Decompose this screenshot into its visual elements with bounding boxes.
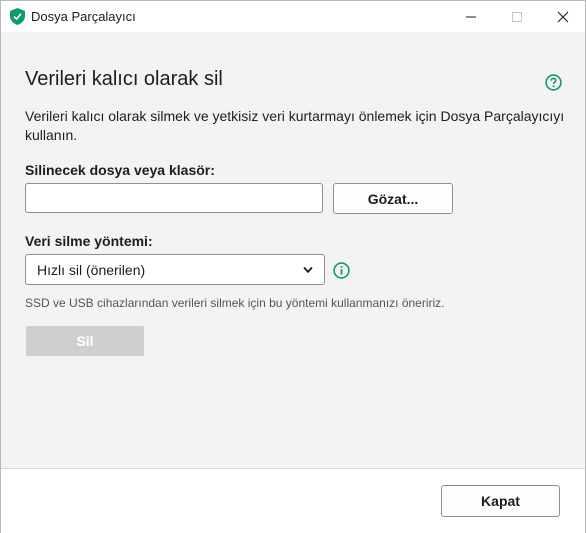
page-title: Verileri kalıcı olarak sil xyxy=(25,68,223,90)
minimize-icon xyxy=(466,16,476,17)
file-shredder-window: Dosya Parçalayıcı Verileri kalıcı olarak… xyxy=(0,0,586,533)
title-bar[interactable]: Dosya Parçalayıcı xyxy=(1,1,585,32)
shield-icon xyxy=(10,8,25,25)
chevron-down-icon xyxy=(303,266,313,274)
description-text: Verileri kalıcı olarak silmek ve yetkisi… xyxy=(25,108,565,143)
selected-method: Hızlı sil (önerilen) xyxy=(37,261,146,278)
help-icon[interactable] xyxy=(545,74,562,91)
maximize-button[interactable] xyxy=(494,1,540,32)
close-icon xyxy=(557,11,569,22)
maximize-icon xyxy=(512,11,522,22)
close-button[interactable]: Kapat xyxy=(441,485,560,517)
minimize-button[interactable] xyxy=(448,1,494,32)
close-window-button[interactable] xyxy=(540,1,586,32)
delete-button[interactable]: Sil xyxy=(26,326,144,356)
window-title: Dosya Parçalayıcı xyxy=(31,9,136,24)
browse-button[interactable]: Gözat... xyxy=(333,183,453,214)
method-label: Veri silme yöntemi: xyxy=(25,233,153,249)
deletion-method-select[interactable]: Hızlı sil (önerilen) xyxy=(25,254,325,285)
footer: Kapat xyxy=(1,468,585,533)
info-icon[interactable] xyxy=(333,262,350,279)
file-path-input[interactable] xyxy=(25,183,323,213)
file-label: Silinecek dosya veya klasör: xyxy=(25,162,215,178)
method-note: SSD ve USB cihazlarından verileri silmek… xyxy=(25,296,445,310)
